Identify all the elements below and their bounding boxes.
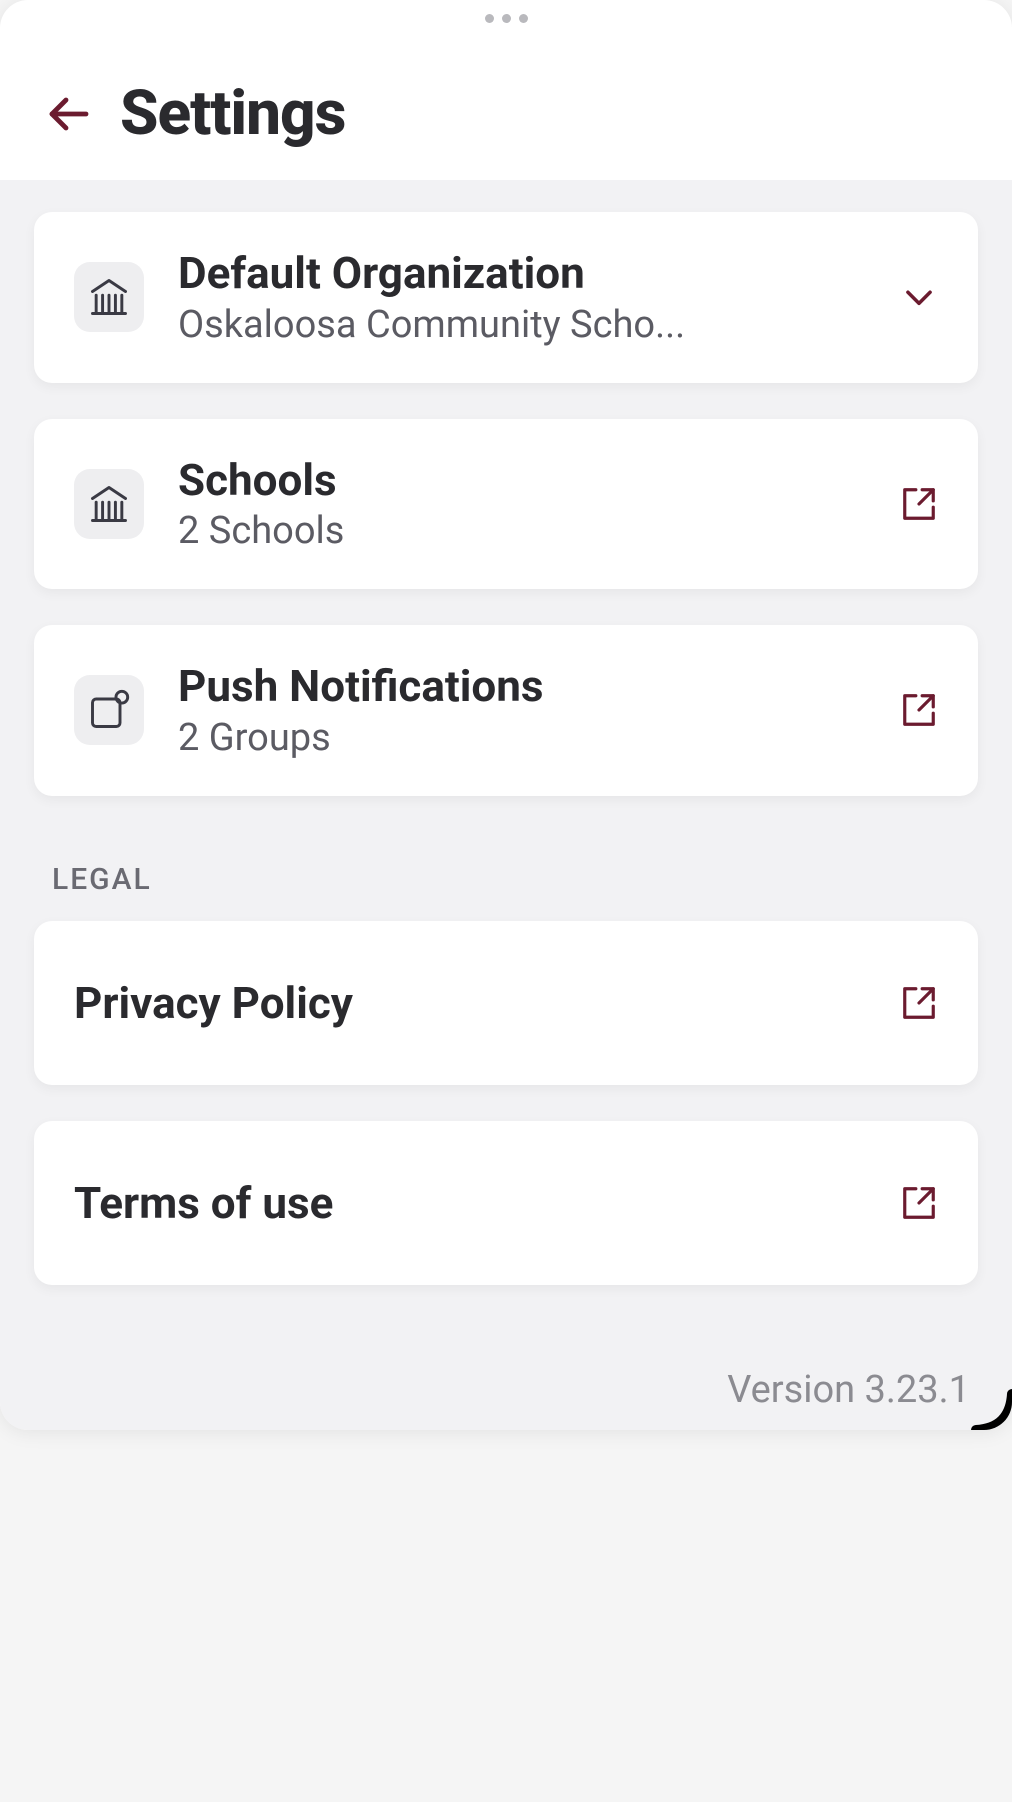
terms-of-use-card[interactable]: Terms of use [34,1121,978,1285]
page-title: Settings [120,77,345,150]
card-subtitle: 2 Schools [178,509,866,553]
notification-icon [74,675,144,745]
card-subtitle: Oskaloosa Community Scho... [178,303,866,347]
drag-handle-icon[interactable] [0,0,1012,29]
external-link-icon[interactable] [900,691,938,729]
external-link-icon[interactable] [900,1184,938,1222]
card-title: Default Organization [178,248,866,299]
header: Settings [0,29,1012,180]
chevron-down-icon[interactable] [900,278,938,316]
external-link-icon[interactable] [900,984,938,1022]
card-title: Terms of use [74,1177,333,1229]
building-icon [74,469,144,539]
card-title: Schools [178,455,866,506]
legal-section-label: LEGAL [34,832,978,921]
card-title: Privacy Policy [74,977,353,1029]
push-notifications-card[interactable]: Push Notifications 2 Groups [34,625,978,796]
privacy-policy-card[interactable]: Privacy Policy [34,921,978,1085]
settings-screen: Settings Default Organization Oskaloosa … [0,0,1012,1430]
external-link-icon[interactable] [900,485,938,523]
back-arrow-icon[interactable] [44,90,92,138]
card-subtitle: 2 Groups [178,716,866,760]
card-title: Push Notifications [178,661,866,712]
version-label: Version 3.23.1 [727,1368,970,1412]
content-area: Default Organization Oskaloosa Community… [0,180,1012,1430]
building-icon [74,262,144,332]
default-organization-card[interactable]: Default Organization Oskaloosa Community… [34,212,978,383]
schools-card[interactable]: Schools 2 Schools [34,419,978,590]
